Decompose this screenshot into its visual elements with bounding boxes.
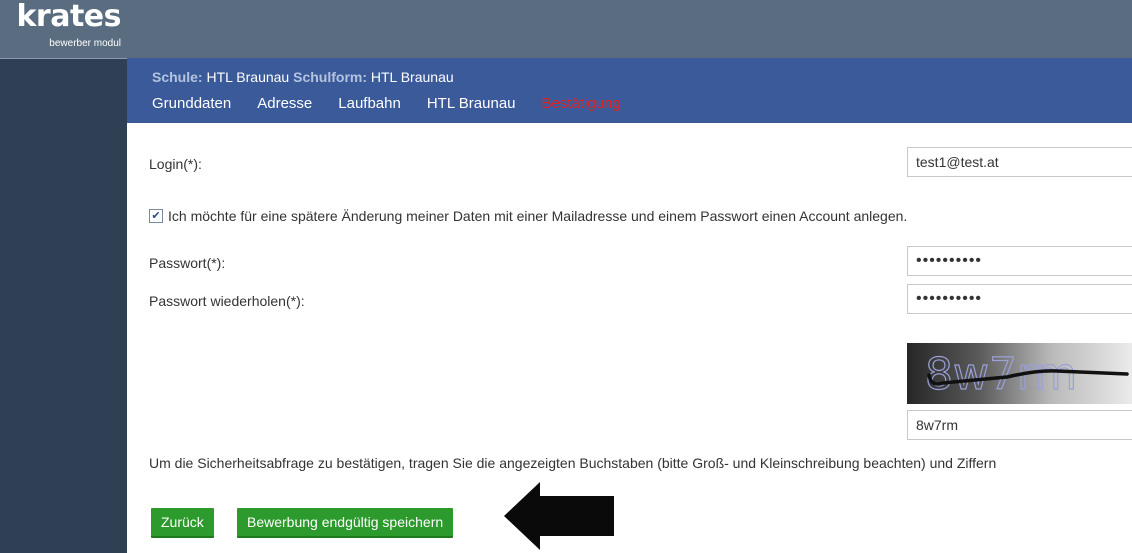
captcha-text: 8w7rm — [925, 349, 1077, 400]
captcha-graphic: 8w7rm — [924, 348, 1129, 401]
school-form-label: Schulform: — [293, 69, 367, 85]
password-label: Passwort(*): — [149, 255, 226, 271]
password-field[interactable] — [907, 246, 1132, 276]
account-checkbox-label: Ich möchte für eine spätere Änderung mei… — [168, 208, 908, 224]
back-button[interactable]: Zurück — [151, 508, 214, 538]
tab-grunddaten[interactable]: Grunddaten — [152, 95, 231, 112]
school-form-value: HTL Braunau — [370, 69, 454, 85]
school-label: Schule: — [152, 69, 203, 85]
login-label: Login(*): — [149, 156, 202, 172]
captcha-image: 8w7rm — [907, 343, 1132, 404]
account-checkbox[interactable]: ✔ — [149, 209, 163, 223]
top-bar — [127, 0, 1132, 58]
tab-bestaetigung[interactable]: Bestätigung — [542, 95, 621, 112]
logo-subtitle: bewerber modul — [49, 38, 121, 49]
password-repeat-label: Passwort wiederholen(*): — [149, 293, 305, 309]
logo: krates bewerber modul — [0, 0, 127, 59]
tab-adresse[interactable]: Adresse — [257, 95, 312, 112]
tab-htl-braunau[interactable]: HTL Braunau — [427, 95, 516, 112]
page-header: Schule: HTL Braunau Schulform: HTL Braun… — [127, 58, 1132, 123]
account-checkbox-row[interactable]: ✔ Ich möchte für eine spätere Änderung m… — [149, 208, 907, 224]
captcha-input[interactable] — [907, 410, 1132, 440]
save-application-button[interactable]: Bewerbung endgültig speichern — [237, 508, 454, 538]
tab-laufbahn[interactable]: Laufbahn — [338, 95, 401, 112]
logo-text: krates — [16, 0, 121, 34]
sidebar — [0, 0, 127, 553]
school-info: Schule: HTL Braunau Schulform: HTL Braun… — [152, 69, 454, 85]
arrow-left-icon — [504, 482, 614, 550]
school-value: HTL Braunau — [206, 69, 290, 85]
tab-bar: Grunddaten Adresse Laufbahn HTL Braunau … — [152, 95, 647, 112]
captcha-hint: Um die Sicherheitsabfrage zu bestätigen,… — [149, 455, 997, 471]
form-content: Login(*): ✔ Ich möchte für eine spätere … — [127, 123, 1132, 553]
password-repeat-field[interactable] — [907, 284, 1132, 314]
login-field[interactable] — [907, 147, 1132, 177]
